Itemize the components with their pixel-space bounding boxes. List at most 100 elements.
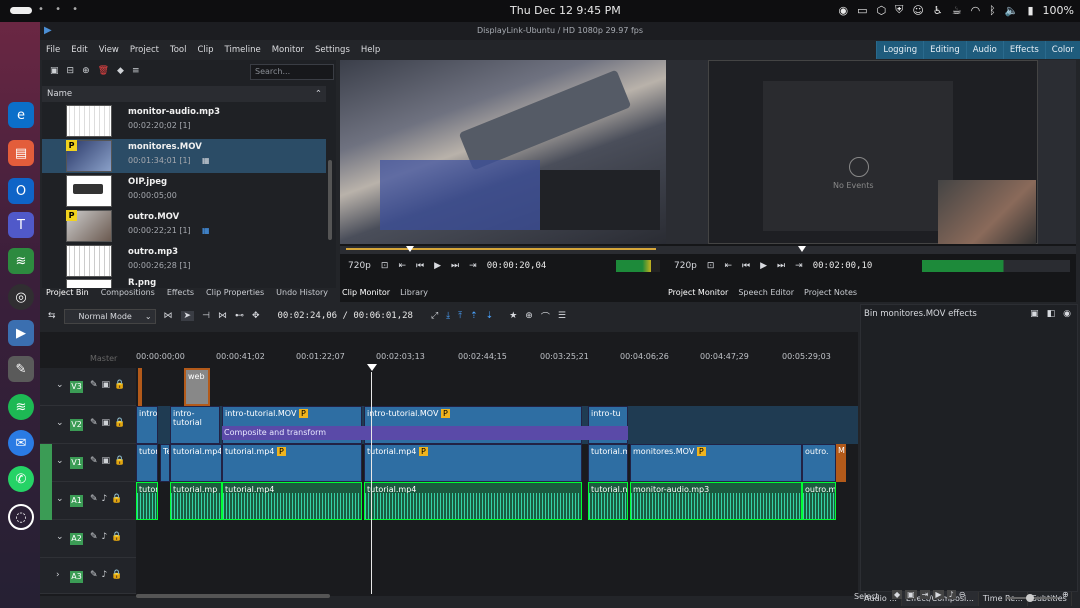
bin-scrollbar[interactable] xyxy=(328,160,332,240)
rewind-icon[interactable]: ⏮ xyxy=(742,261,750,271)
rewind-icon[interactable]: ⏮ xyxy=(416,261,424,271)
system-tray[interactable]: ◉ ▭ ⬡ ⛨ ☺ ♿ ☕ ◠ ᛒ 🔈 ▮ 100% xyxy=(838,3,1074,17)
shield-icon[interactable]: ⛨ xyxy=(895,3,903,17)
tab-effects[interactable]: Effects xyxy=(167,288,194,302)
clock[interactable]: Thu Dec 12 9:45 PM xyxy=(510,4,621,17)
audio-clip[interactable]: monitor-audio.mp3 xyxy=(630,482,802,520)
timeline-clip[interactable]: tutorial.mp4 P xyxy=(364,444,582,482)
forward-icon[interactable]: ⏭ xyxy=(451,261,459,271)
spacer-tool-icon[interactable]: ⊣ xyxy=(202,311,210,321)
record-icon[interactable]: ◉ xyxy=(838,4,848,17)
video-icon[interactable]: ▶ xyxy=(933,590,944,599)
track-header-a1[interactable]: ⌄ A1 ✎♪🔒 xyxy=(40,482,136,520)
track-header-v3[interactable]: ⌄ V3 ✎▣🔒 xyxy=(40,368,136,406)
save-effect-icon[interactable]: ▣ xyxy=(1030,309,1039,319)
timeline-clip[interactable] xyxy=(138,368,142,406)
bin-clip[interactable]: monitor-audio.mp3 00:02:20;02 [1] xyxy=(42,104,326,138)
clip-monitor-ruler[interactable] xyxy=(340,246,666,254)
timeline-clip[interactable]: Te xyxy=(160,444,170,482)
timeline-clip[interactable]: tutorial.mp4 P xyxy=(222,444,362,482)
accessibility-icon[interactable]: ♿ xyxy=(933,4,943,17)
teams-icon[interactable]: T xyxy=(8,212,34,238)
out-point-icon[interactable]: ⇥ xyxy=(795,261,803,271)
menu-tool[interactable]: Tool xyxy=(170,45,187,55)
playhead[interactable] xyxy=(367,364,377,594)
files-icon[interactable]: ▤ xyxy=(8,140,34,166)
tab-library[interactable]: Library xyxy=(400,288,428,297)
tab-project-bin[interactable]: Project Bin xyxy=(46,288,89,302)
zoom-slider[interactable] xyxy=(1006,594,1058,602)
wifi-icon[interactable]: ◠ xyxy=(971,4,981,17)
tab-compositions[interactable]: Compositions xyxy=(101,288,155,302)
add-clip-icon[interactable]: ▣ xyxy=(50,66,59,76)
bin-clip[interactable]: OIP.jpeg 00:00:05;00 xyxy=(42,174,326,208)
tag-icon[interactable]: ◆ xyxy=(117,66,124,76)
menu-icon[interactable]: ≡ xyxy=(132,66,140,76)
menu-project[interactable]: Project xyxy=(130,45,159,55)
edge-icon[interactable]: e xyxy=(8,102,34,128)
bin-clip[interactable]: outro.mp3 00:00:26;28 [1] xyxy=(42,244,326,278)
roll-tool-icon[interactable]: ⊷ xyxy=(235,311,244,321)
eye-icon[interactable]: ◉ xyxy=(1063,309,1071,319)
snap-icon[interactable]: ⊕ xyxy=(525,311,533,321)
tab-speech-editor[interactable]: Speech Editor xyxy=(738,288,794,297)
resolution-select[interactable]: 720p xyxy=(348,261,371,271)
overwrite-icon[interactable]: ⤒ xyxy=(458,311,462,321)
screen-icon[interactable]: ▭ xyxy=(857,4,867,17)
add-icon[interactable]: ⊕ xyxy=(82,66,90,76)
play-icon[interactable]: ▶ xyxy=(434,261,441,271)
composite-transition[interactable]: Composite and transform xyxy=(222,426,628,440)
slip-tool-icon[interactable]: ✥ xyxy=(252,311,260,321)
whatsapp-icon[interactable]: ✆ xyxy=(8,466,34,492)
menu-settings[interactable]: Settings xyxy=(315,45,350,55)
ws-color[interactable]: Color xyxy=(1044,41,1080,59)
razor-icon[interactable]: ⋈ xyxy=(164,311,173,321)
bin-clip-selected[interactable]: P monitores.MOV 00:01:34;01 [1] ▦ xyxy=(42,139,326,173)
forward-icon[interactable]: ⏭ xyxy=(777,261,785,271)
project-monitor-ruler[interactable] xyxy=(666,246,1076,254)
spotify-icon[interactable]: ≋ xyxy=(8,394,34,420)
timeline-clip[interactable]: intro-tutorial xyxy=(170,406,220,444)
menu-monitor[interactable]: Monitor xyxy=(272,45,304,55)
clip-timecode[interactable]: 00:00:20,04 xyxy=(487,261,547,271)
menu-help[interactable]: Help xyxy=(361,45,380,55)
in-point-icon[interactable]: ⇤ xyxy=(398,261,406,271)
bin-search-input[interactable]: Search... xyxy=(250,64,334,80)
ubuntu-icon[interactable]: ◌ xyxy=(8,504,34,530)
ws-editing[interactable]: Editing xyxy=(923,41,966,59)
star-icon[interactable]: ★ xyxy=(509,311,517,321)
zoom-in-icon[interactable]: ⊕ xyxy=(1062,590,1069,599)
timeline-clip[interactable]: tutorial.m xyxy=(588,444,628,482)
track-header-a2[interactable]: ⌄ A2 ✎♪🔒 xyxy=(40,520,136,558)
obs-icon[interactable]: ◎ xyxy=(8,284,34,310)
magnet-icon[interactable]: ⌒ xyxy=(541,310,550,323)
timeline-clip[interactable]: web xyxy=(184,368,210,406)
extract-icon[interactable]: ⇣ xyxy=(486,311,494,321)
edit-mode-select[interactable]: Normal Mode ⌄ xyxy=(63,308,156,324)
audio-clip[interactable]: tutorial.n xyxy=(588,482,628,520)
resolution-select[interactable]: 720p xyxy=(674,261,697,271)
kdenlive-icon[interactable]: ▶ xyxy=(8,320,34,346)
track-header-v1[interactable]: ⌄ V1 ✎▣🔒 xyxy=(40,444,136,482)
audio-icon[interactable]: ♪ xyxy=(946,590,956,599)
bin-clip[interactable]: P outro.MOV 00:00:22;21 [1] ▦ xyxy=(42,209,326,243)
menu-view[interactable]: View xyxy=(99,45,119,55)
lift-icon[interactable]: ⇡ xyxy=(470,311,478,321)
delete-icon[interactable]: 🗑 xyxy=(98,66,109,76)
timeline-position[interactable]: 00:02:24,06 / 00:06:01,28 xyxy=(277,311,412,321)
emoji-icon[interactable]: ☺ xyxy=(912,4,923,17)
outlook-icon[interactable]: O xyxy=(8,178,34,204)
project-monitor-video[interactable]: No Events xyxy=(666,60,1076,244)
tab-clip-properties[interactable]: Clip Properties xyxy=(206,288,264,302)
zoom-out-icon[interactable]: ⊖ xyxy=(959,590,966,599)
audio-clip[interactable]: tutori xyxy=(136,482,158,520)
timeline-clip[interactable]: intro- xyxy=(136,406,158,444)
messages-icon[interactable]: ✉ xyxy=(8,430,34,456)
battery-icon[interactable]: ▮ xyxy=(1027,4,1033,17)
snap-icon[interactable]: ⇥ xyxy=(919,590,931,599)
out-point-icon[interactable]: ⇥ xyxy=(469,261,477,271)
tab-project-monitor[interactable]: Project Monitor xyxy=(668,288,728,297)
tab-undo-history[interactable]: Undo History xyxy=(276,288,328,302)
layers-icon[interactable]: ≋ xyxy=(8,248,34,274)
save-icon[interactable]: ▣ xyxy=(905,590,917,599)
